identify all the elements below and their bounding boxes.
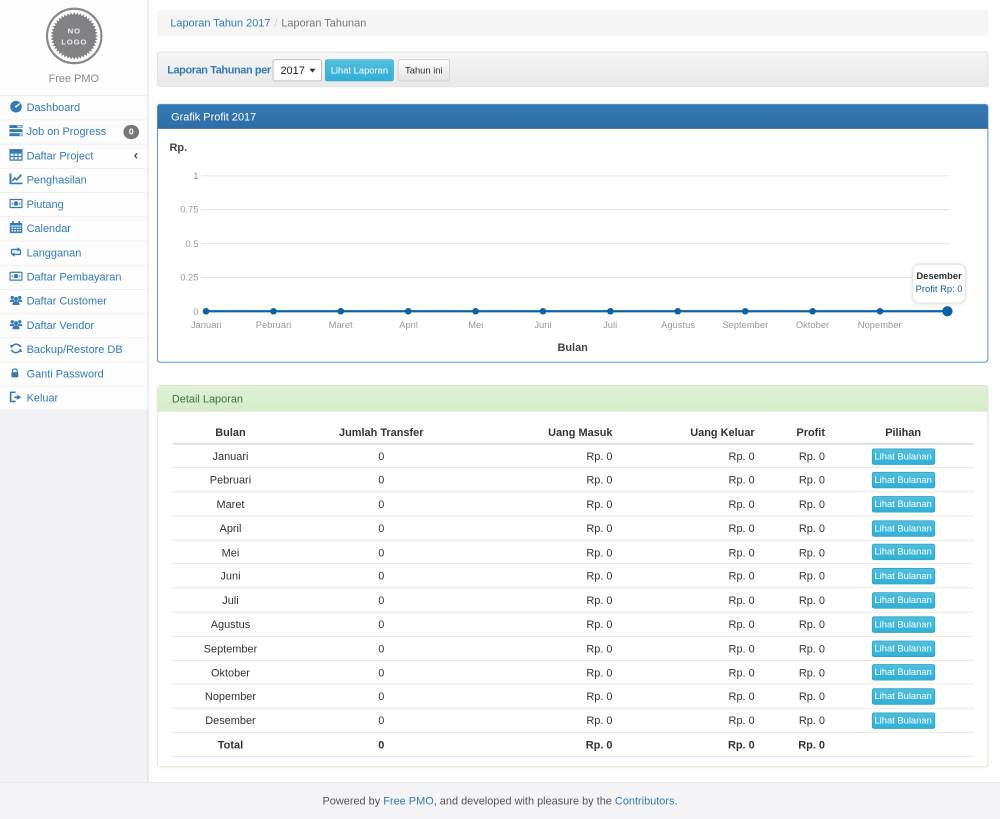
svg-text:NO: NO [67, 26, 80, 35]
svg-text:LOGO: LOGO [61, 37, 87, 46]
